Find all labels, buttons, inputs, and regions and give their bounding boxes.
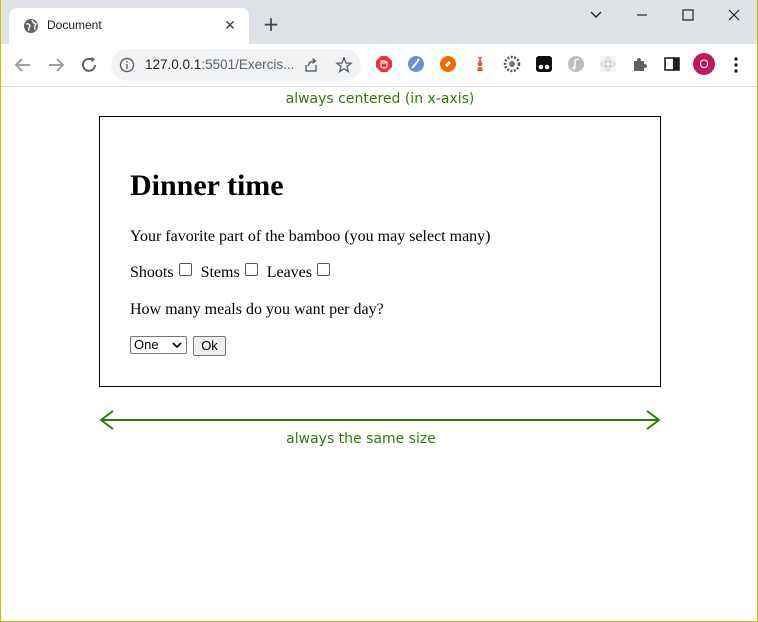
tab-close-icon[interactable]: ✕ (221, 17, 239, 35)
question-meals: How many meals do you want per day? (130, 301, 384, 318)
share-icon[interactable] (303, 57, 319, 73)
side-panel-icon[interactable] (663, 55, 681, 73)
profile-avatar[interactable]: O (693, 53, 715, 75)
question-bamboo-parts: Your favorite part of the bamboo (you ma… (130, 228, 491, 245)
react-extension-icon[interactable] (599, 55, 617, 73)
puzzle-extensions-icon[interactable] (631, 55, 649, 73)
maximize-icon[interactable] (673, 6, 703, 24)
url-host: 127.0.0.1 (145, 57, 202, 72)
chevron-down-icon (172, 342, 182, 349)
annotation-centered: always centered (in x-axis) (285, 91, 475, 107)
ok-button[interactable]: Ok (193, 336, 226, 356)
new-tab-button[interactable]: + (261, 14, 281, 34)
checkbox-leaves[interactable] (317, 263, 331, 276)
chess-extension-icon[interactable] (471, 55, 489, 73)
page-viewport: always centered (in x-axis) Dinner time … (1, 87, 757, 621)
bookmark-star-icon[interactable] (335, 56, 353, 74)
more-menu-icon[interactable] (728, 55, 744, 75)
gear-extension-icon[interactable] (503, 55, 521, 73)
globe-icon (24, 19, 38, 33)
adblock-extension-icon[interactable] (375, 55, 393, 73)
address-bar[interactable]: 127.0.0.1:5501/Exercis... (111, 49, 361, 81)
page-heading: Dinner time (130, 169, 284, 202)
back-arrow-icon[interactable] (11, 53, 35, 77)
browser-toolbar: 127.0.0.1:5501/Exercis... O (1, 44, 757, 87)
tab-document[interactable]: Document ✕ (9, 8, 249, 44)
checkbox-shoots[interactable] (178, 263, 192, 276)
form-container: Dinner time Your favorite part of the ba… (99, 116, 661, 387)
orange-extension-icon[interactable] (439, 55, 457, 73)
annotation-same-size: always the same size (286, 431, 436, 447)
bamboo-options: Shoots Stems Leaves (130, 263, 335, 282)
option-label-shoots: Shoots (130, 264, 174, 281)
reload-icon[interactable] (77, 53, 101, 77)
option-label-stems: Stems (200, 264, 240, 281)
url-path: :5501/Exercis... (201, 57, 295, 72)
browser-window: Document ✕ + 127.0.0.1:5501/Exercis... O (0, 0, 758, 622)
checkbox-stems[interactable] (244, 263, 258, 276)
meals-select-value: One (134, 337, 159, 352)
tab-title: Document (47, 18, 102, 32)
tab-search-chevron-icon[interactable] (581, 6, 611, 24)
meals-select[interactable]: One (130, 336, 187, 354)
forward-arrow-icon[interactable] (44, 53, 68, 77)
tab-strip: Document ✕ + (1, 0, 757, 44)
close-window-icon[interactable] (719, 6, 749, 24)
site-info-icon[interactable] (119, 57, 135, 73)
minimize-icon[interactable] (627, 6, 657, 24)
tampermonkey-extension-icon[interactable] (535, 55, 553, 73)
music-extension-icon[interactable] (567, 55, 585, 73)
feather-extension-icon[interactable] (407, 55, 425, 73)
option-label-leaves: Leaves (266, 264, 313, 281)
url-text[interactable]: 127.0.0.1:5501/Exercis... (145, 57, 294, 72)
